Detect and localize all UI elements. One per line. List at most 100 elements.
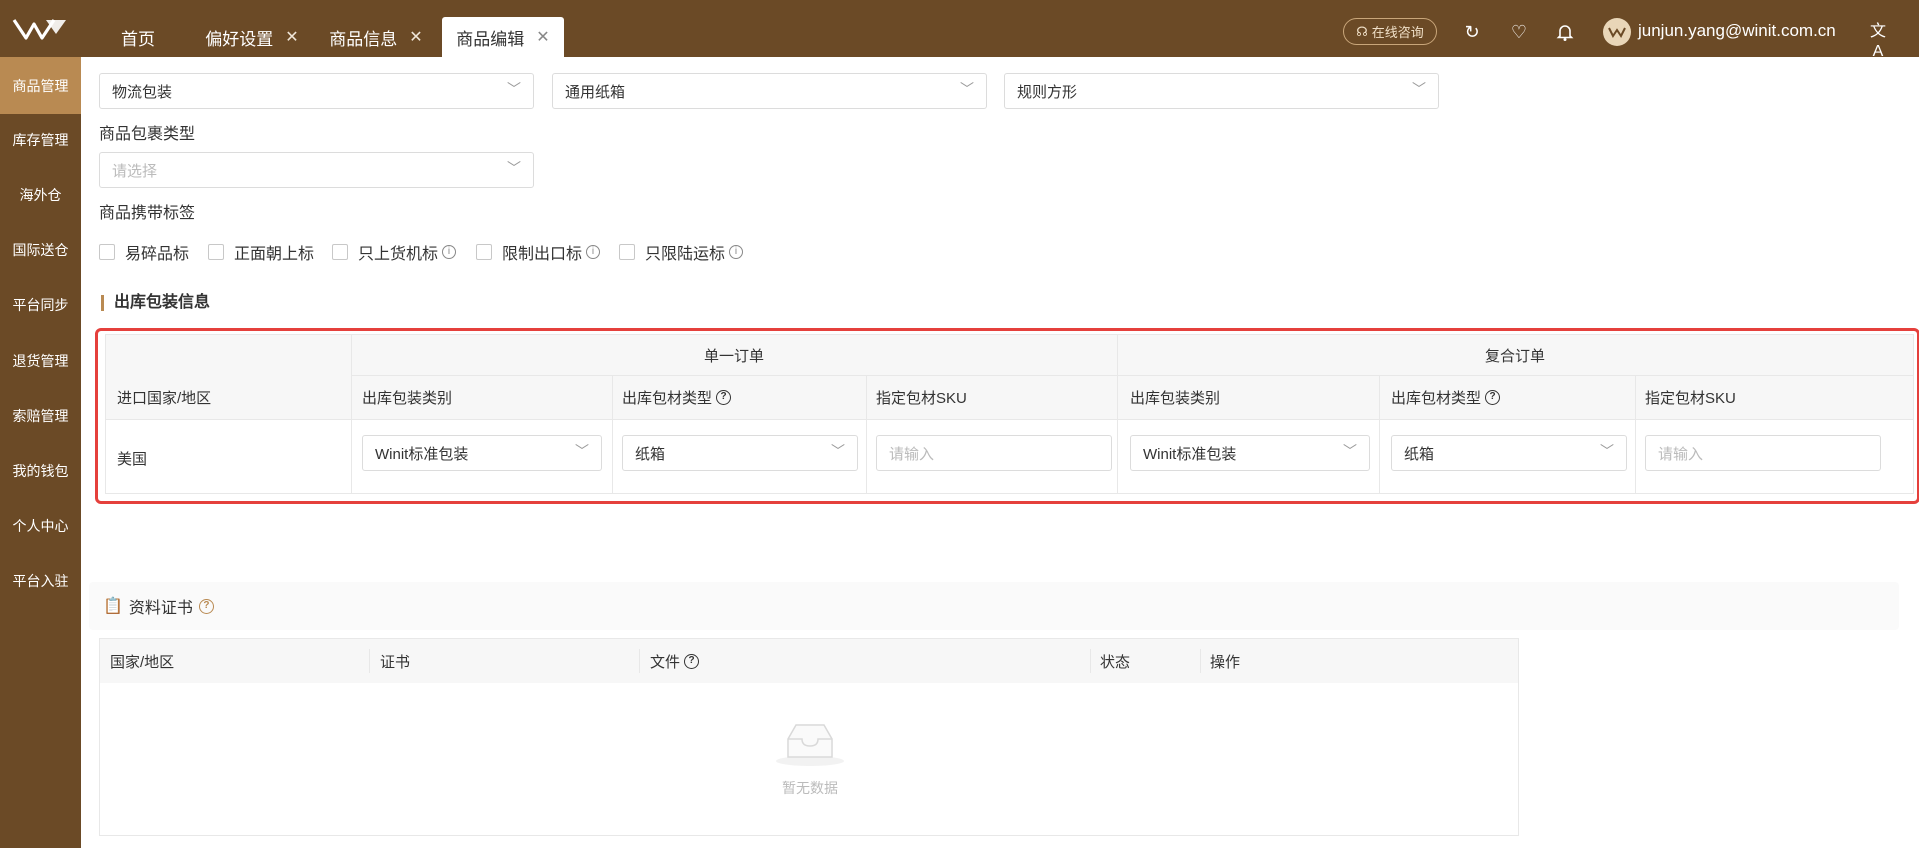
- divider: [866, 375, 867, 493]
- help-icon[interactable]: ?: [716, 389, 732, 405]
- online-consult-button[interactable]: ☊ 在线咨询: [1343, 18, 1437, 45]
- package-type-label: 商品包裹类型: [99, 126, 196, 143]
- sidebar-item-product-management[interactable]: 商品管理: [0, 57, 81, 114]
- combined-sku-input[interactable]: 请输入: [1645, 435, 1881, 471]
- col-combined-material-type: 出库包材类型 ?: [1391, 375, 1631, 419]
- col-country: 国家/地区: [110, 639, 174, 683]
- chevron-down-icon: ﹀: [507, 160, 521, 176]
- username[interactable]: junjun.yang@winit.com.cn: [1638, 21, 1836, 41]
- select-value: Winit标准包装: [1143, 445, 1237, 463]
- help-icon[interactable]: ?: [198, 598, 214, 614]
- col-combined-pack-category: 出库包装类别: [1130, 375, 1370, 419]
- empty-inbox-icon: [776, 724, 844, 766]
- empty-text: 暂无数据: [782, 780, 838, 796]
- tag-this-side-up-checkbox[interactable]: 正面朝上标: [208, 240, 314, 264]
- single-material-type-select[interactable]: 纸箱 ﹀: [622, 435, 858, 471]
- chevron-down-icon: ﹀: [831, 443, 845, 459]
- input-placeholder: 请输入: [889, 445, 935, 463]
- tab-preferences[interactable]: 偏好设置 ✕: [196, 17, 308, 57]
- select-placeholder: 请选择: [112, 162, 158, 180]
- close-icon[interactable]: ✕: [536, 27, 549, 47]
- tag-export-restricted-checkbox[interactable]: 限制出口标 i: [476, 240, 601, 264]
- sidebar: 商品管理 库存管理 海外仓 国际送仓 平台同步 退货管理 索赔管理 我的钱包 个…: [0, 57, 81, 848]
- winit-logo[interactable]: [12, 16, 68, 42]
- col-single-sku: 指定包材SKU: [876, 375, 1116, 419]
- sidebar-item-inventory[interactable]: 库存管理: [0, 117, 81, 163]
- combined-material-type-select[interactable]: 纸箱 ﹀: [1391, 435, 1627, 471]
- sidebar-item-label: 国际送仓: [12, 242, 69, 258]
- shield-heart-icon[interactable]: ♡: [1509, 22, 1529, 42]
- info-icon[interactable]: i: [586, 245, 601, 259]
- certificates-table: 国家/地区 证书 文件 ? 状态 操作 暂无数据: [99, 638, 1519, 836]
- chevron-down-icon: ﹀: [1412, 81, 1426, 97]
- packaging-method-select[interactable]: 物流包装 ﹀: [99, 73, 534, 109]
- divider: [351, 335, 352, 493]
- help-icon[interactable]: ?: [1485, 389, 1501, 405]
- product-shape-select[interactable]: 规则方形 ﹀: [1004, 73, 1439, 109]
- col-certificate: 证书: [380, 639, 410, 683]
- sidebar-item-platform-sync[interactable]: 平台同步: [0, 282, 81, 328]
- sidebar-item-label: 退货管理: [12, 353, 69, 369]
- checkbox-label: 正面朝上标: [234, 246, 315, 263]
- refresh-icon[interactable]: ↻: [1462, 22, 1482, 42]
- tab-product-info[interactable]: 商品信息 ✕: [320, 17, 432, 57]
- sidebar-item-label: 库存管理: [12, 132, 69, 148]
- checkbox-label: 限制出口标: [502, 246, 583, 263]
- tab-label: 偏好设置: [205, 29, 274, 49]
- sidebar-item-platform-onboarding[interactable]: 平台入驻: [0, 558, 81, 604]
- top-bar: 首页 偏好设置 ✕ 商品信息 ✕ 商品编辑 ✕ ☊ 在线咨询 ↻ ♡ junju…: [0, 0, 1919, 60]
- combined-pack-category-select[interactable]: Winit标准包装 ﹀: [1130, 435, 1370, 471]
- tag-fragile-checkbox[interactable]: 易碎品标: [99, 240, 189, 264]
- chevron-down-icon: ﹀: [507, 81, 521, 97]
- group-header-label: 复合订单: [1484, 347, 1545, 365]
- tab-home[interactable]: 首页: [100, 17, 176, 57]
- sidebar-item-overseas-warehouse[interactable]: 海外仓: [0, 172, 81, 218]
- single-sku-input[interactable]: 请输入: [876, 435, 1112, 471]
- checkbox[interactable]: [332, 244, 348, 260]
- sidebar-item-label: 索赔管理: [12, 408, 69, 424]
- certificates-section-header: 📋 资料证书 ?: [89, 582, 1899, 630]
- outbound-section-title: 出库包装信息: [101, 295, 210, 311]
- table-header: 国家/地区 证书 文件 ? 状态 操作: [100, 639, 1518, 683]
- packaging-material-select[interactable]: 通用纸箱 ﹀: [552, 73, 987, 109]
- close-icon[interactable]: ✕: [285, 27, 298, 47]
- divider: [369, 649, 370, 673]
- group-header-label: 单一订单: [703, 347, 764, 365]
- input-placeholder: 请输入: [1658, 445, 1704, 463]
- sidebar-item-label: 海外仓: [19, 187, 62, 203]
- sidebar-item-wallet[interactable]: 我的钱包: [0, 448, 81, 494]
- checkbox[interactable]: [208, 244, 224, 260]
- sidebar-item-personal-center[interactable]: 个人中心: [0, 503, 81, 549]
- divider: [351, 375, 1913, 376]
- checkbox[interactable]: [476, 244, 492, 260]
- checkbox[interactable]: [619, 244, 635, 260]
- tag-cargo-aircraft-only-checkbox[interactable]: 只上货机标 i: [332, 240, 457, 264]
- tags-label: 商品携带标签: [99, 205, 196, 222]
- col-label: 出库包材类型: [1391, 389, 1482, 407]
- divider: [1379, 375, 1380, 493]
- divider: [1635, 375, 1636, 493]
- col-label: 出库包材类型: [622, 389, 713, 407]
- info-icon[interactable]: i: [729, 245, 744, 259]
- avatar[interactable]: [1603, 18, 1631, 46]
- tab-product-edit[interactable]: 商品编辑 ✕: [442, 17, 564, 57]
- sidebar-item-returns[interactable]: 退货管理: [0, 338, 81, 384]
- sidebar-item-international-delivery[interactable]: 国际送仓: [0, 227, 81, 273]
- single-pack-category-select[interactable]: Winit标准包装 ﹀: [362, 435, 602, 471]
- select-value: 规则方形: [1017, 83, 1078, 101]
- chevron-down-icon: ﹀: [1343, 443, 1357, 459]
- select-value: Winit标准包装: [375, 445, 469, 463]
- help-icon[interactable]: ?: [684, 653, 700, 669]
- divider: [1200, 649, 1201, 673]
- select-value: 纸箱: [635, 445, 666, 463]
- sidebar-item-claims[interactable]: 索赔管理: [0, 393, 81, 439]
- translate-icon[interactable]: 文A: [1868, 22, 1888, 60]
- package-type-select[interactable]: 请选择 ﹀: [99, 152, 534, 188]
- checkbox[interactable]: [99, 244, 115, 260]
- bell-icon[interactable]: [1555, 22, 1575, 42]
- document-icon: 📋: [103, 598, 123, 615]
- info-icon[interactable]: i: [442, 245, 457, 259]
- divider: [639, 649, 640, 673]
- close-icon[interactable]: ✕: [409, 27, 422, 47]
- tag-land-only-checkbox[interactable]: 只限陆运标 i: [619, 240, 744, 264]
